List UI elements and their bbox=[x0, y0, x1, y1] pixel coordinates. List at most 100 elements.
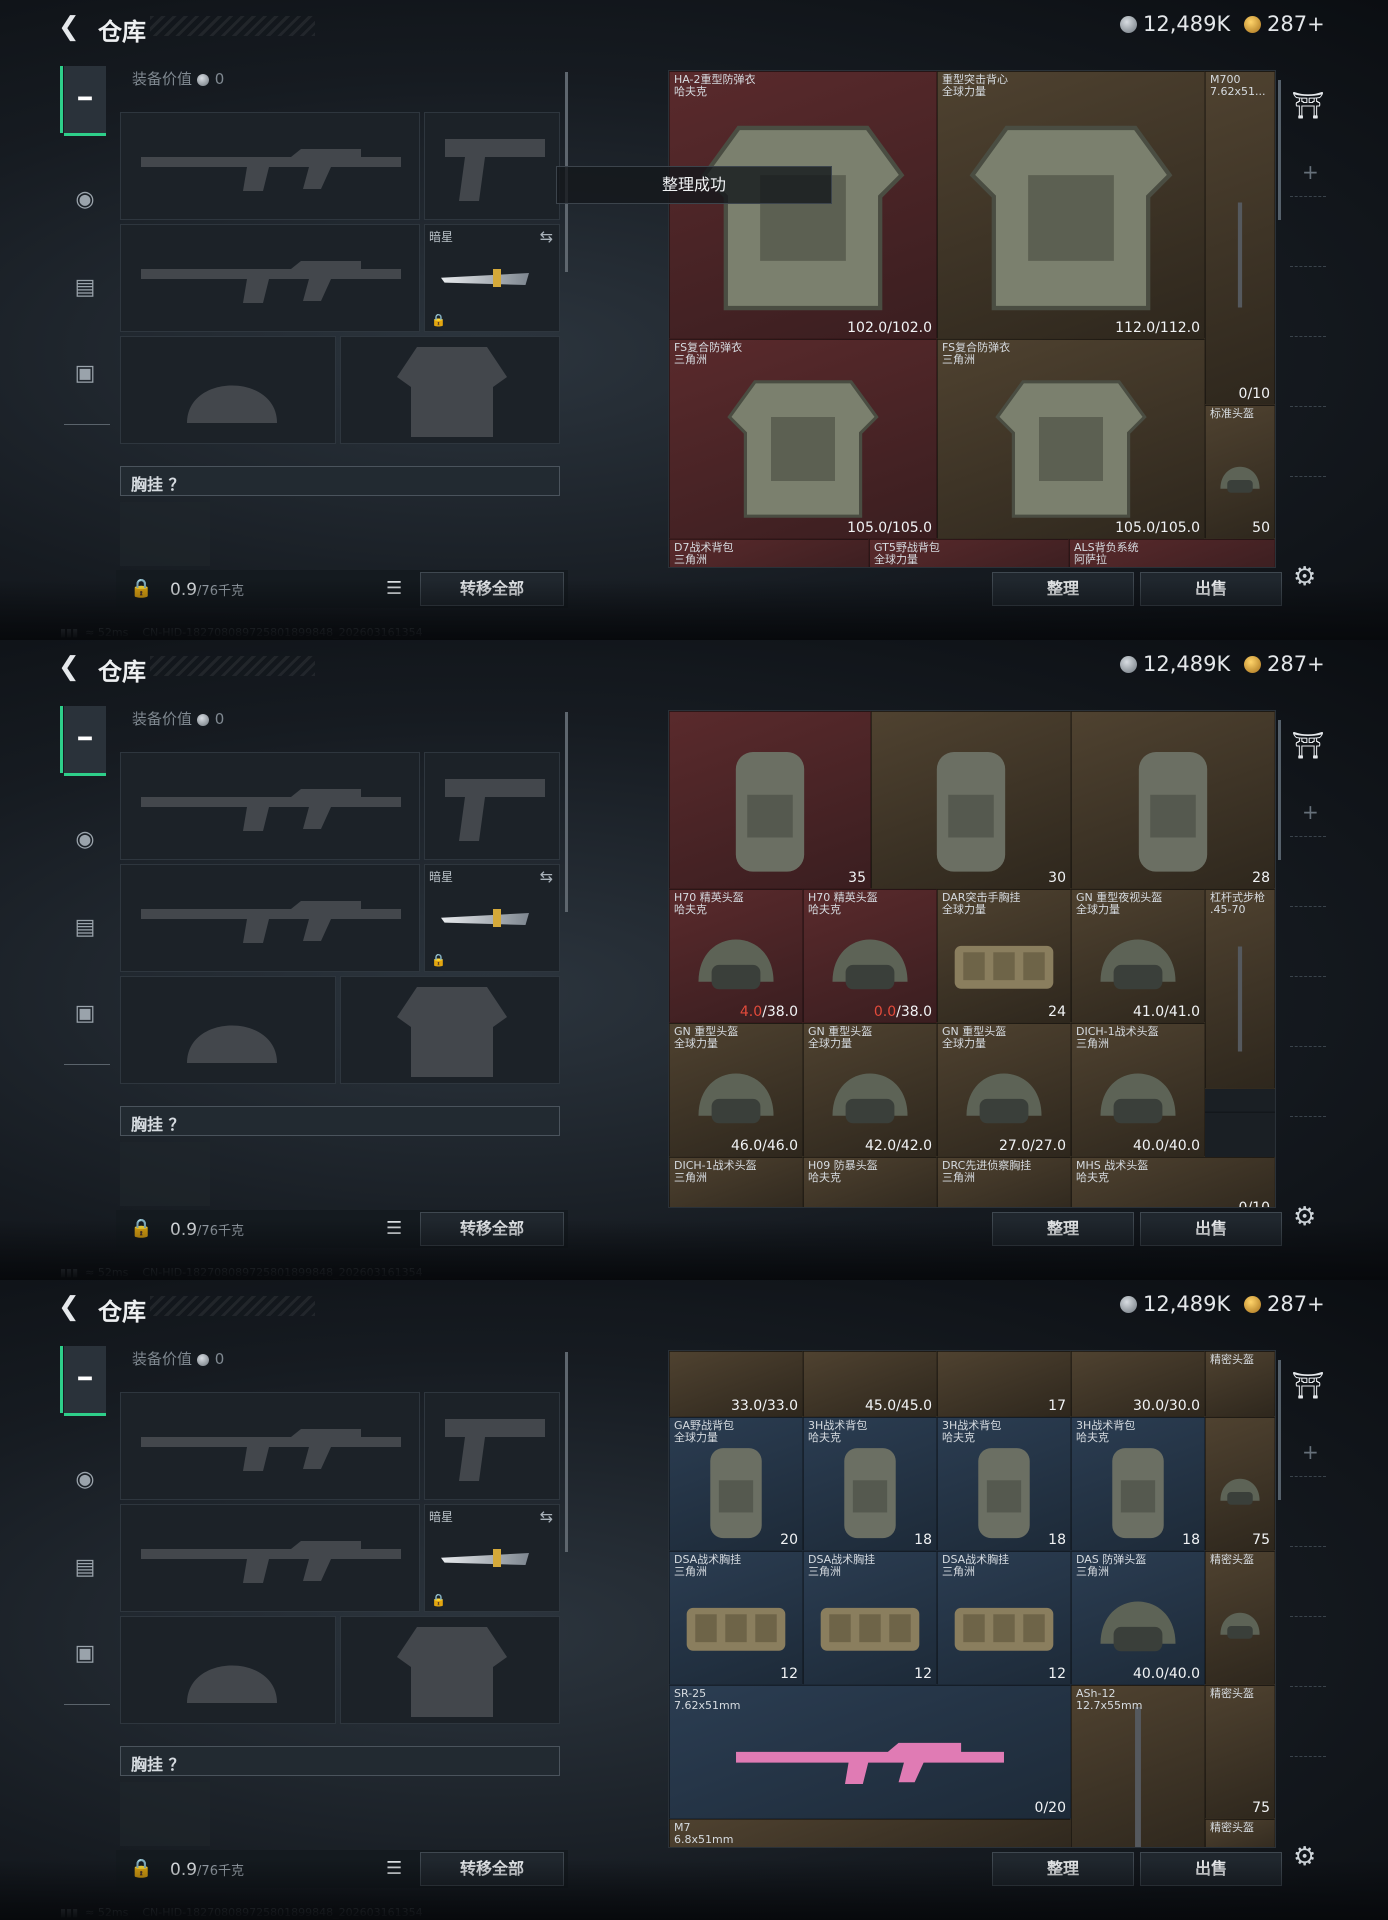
grid-scrollbar[interactable] bbox=[1278, 1360, 1281, 1500]
pistol-slot[interactable] bbox=[424, 752, 560, 860]
helmet-slot[interactable] bbox=[120, 976, 336, 1084]
item-cell[interactable]: FS复合防弹衣 三角洲 105.0/105.0 bbox=[937, 339, 1205, 539]
transfer-all-button[interactable]: 转移全部 bbox=[420, 572, 564, 606]
chest-rig-slot[interactable]: 胸挂 ？ bbox=[120, 1746, 560, 1776]
lock-icon[interactable]: 🔒 bbox=[130, 578, 152, 599]
item-cell[interactable]: GN 重型头盔 全球力量 42.0/42.0 bbox=[803, 1023, 937, 1157]
item-cell[interactable]: 精密头盔 bbox=[1205, 1551, 1275, 1685]
transfer-all-button[interactable]: 转移全部 bbox=[420, 1212, 564, 1246]
item-cell[interactable]: GN 重型头盔 全球力量 46.0/46.0 bbox=[669, 1023, 803, 1157]
tab-weapons[interactable]: ━ bbox=[60, 706, 106, 776]
item-cell[interactable]: DSA战术胸挂 三角洲 12 bbox=[803, 1551, 937, 1685]
safe-box-icon[interactable]: ⛩ bbox=[1288, 726, 1328, 766]
item-cell[interactable]: 精密头盔 bbox=[1205, 1351, 1275, 1417]
item-cell[interactable]: 3H战术背包 哈夫克 18 bbox=[803, 1417, 937, 1551]
item-cell[interactable]: 35 bbox=[669, 711, 871, 889]
helmet-slot[interactable] bbox=[120, 336, 336, 444]
lock-icon[interactable]: 🔒 bbox=[130, 1858, 152, 1879]
gold-currency[interactable]: 287+ bbox=[1244, 12, 1325, 36]
secondary-weapon-slot[interactable] bbox=[120, 224, 420, 332]
sort-button[interactable]: 整理 bbox=[992, 1852, 1134, 1886]
primary-weapon-slot[interactable] bbox=[120, 1392, 420, 1500]
item-cell[interactable]: HA-2重型防弹衣 哈夫克 102.0/102.0 bbox=[669, 71, 937, 339]
tab-medals[interactable]: ◉ bbox=[64, 804, 106, 874]
tab-cases[interactable]: ▣ bbox=[64, 338, 106, 408]
item-cell[interactable]: GN 重型夜视头盔 全球力量 41.0/41.0 bbox=[1071, 889, 1205, 1023]
item-cell[interactable]: 3H战术背包 哈夫克 18 bbox=[1071, 1417, 1205, 1551]
item-cell[interactable]: 33.0/33.0 bbox=[669, 1351, 803, 1417]
secondary-weapon-slot[interactable] bbox=[120, 864, 420, 972]
weapon-cell[interactable]: 杠杆式步枪 .45-70 bbox=[1205, 889, 1275, 1089]
weapon-cell[interactable]: M7 6.8x51mm bbox=[669, 1819, 1071, 1847]
list-icon[interactable]: ☰ bbox=[386, 578, 402, 599]
gold-currency[interactable]: 287+ bbox=[1244, 652, 1325, 676]
item-cell[interactable]: DAR突击手胸挂 全球力量 24 bbox=[937, 889, 1071, 1023]
tab-cases[interactable]: ▣ bbox=[64, 1618, 106, 1688]
item-cell[interactable]: DICH-1战术头盔 三角洲 40.0/40.0 bbox=[1071, 1023, 1205, 1157]
gold-currency[interactable]: 287+ bbox=[1244, 1292, 1325, 1316]
back-arrow-icon[interactable]: ❮ bbox=[58, 14, 84, 40]
plus-icon[interactable]: + bbox=[1302, 1440, 1319, 1464]
melee-slot[interactable]: 暗星 ⇆ 🔒 bbox=[424, 224, 560, 332]
transfer-all-button[interactable]: 转移全部 bbox=[420, 1852, 564, 1886]
swap-icon[interactable]: ⇆ bbox=[540, 1507, 553, 1526]
back-arrow-icon[interactable]: ❮ bbox=[58, 1294, 84, 1320]
safe-box-icon[interactable]: ⛩ bbox=[1288, 86, 1328, 126]
item-cell[interactable]: 重型突击背心 全球力量 112.0/112.0 bbox=[937, 71, 1205, 339]
armor-slot[interactable] bbox=[340, 1616, 560, 1724]
tab-records[interactable]: ▤ bbox=[64, 892, 106, 962]
tab-records[interactable]: ▤ bbox=[64, 1532, 106, 1602]
secondary-weapon-slot[interactable] bbox=[120, 1504, 420, 1612]
weapon-cell[interactable]: ASh-12 12.7x55mm bbox=[1071, 1685, 1205, 1847]
item-cell[interactable]: 30.0/30.0 bbox=[1071, 1351, 1205, 1417]
tab-weapons[interactable]: ━ bbox=[60, 66, 106, 136]
swap-icon[interactable]: ⇆ bbox=[540, 867, 553, 886]
tab-weapons[interactable]: ━ bbox=[60, 1346, 106, 1416]
primary-weapon-slot[interactable] bbox=[120, 112, 420, 220]
helmet-slot[interactable] bbox=[120, 1616, 336, 1724]
tab-records[interactable]: ▤ bbox=[64, 252, 106, 322]
item-cell[interactable]: ALS背负系统 阿萨拉 bbox=[1069, 539, 1275, 567]
chest-rig-slot[interactable]: 胸挂 ？ bbox=[120, 466, 560, 496]
item-cell[interactable]: 28 bbox=[1071, 711, 1275, 889]
back-arrow-icon[interactable]: ❮ bbox=[58, 654, 84, 680]
plus-icon[interactable]: + bbox=[1302, 800, 1319, 824]
item-cell[interactable]: 精密头盔 bbox=[1205, 1819, 1275, 1847]
item-cell[interactable]: H70 精英头盔 哈夫克 4.0/38.0 bbox=[669, 889, 803, 1023]
pistol-slot[interactable] bbox=[424, 112, 560, 220]
safe-box-icon[interactable]: ⛩ bbox=[1288, 1366, 1328, 1406]
pistol-slot[interactable] bbox=[424, 1392, 560, 1500]
item-cell[interactable]: H70 精英头盔 哈夫克 0.0/38.0 bbox=[803, 889, 937, 1023]
sell-button[interactable]: 出售 bbox=[1140, 1852, 1282, 1886]
weapon-cell[interactable]: SR-25 7.62x51mm 0/20 bbox=[669, 1685, 1071, 1819]
item-cell[interactable]: 标准头盔 50 bbox=[1205, 405, 1275, 539]
tab-cases[interactable]: ▣ bbox=[64, 978, 106, 1048]
chest-rig-slot[interactable]: 胸挂 ？ bbox=[120, 1106, 560, 1136]
weapon-cell[interactable]: M700 7.62x51... 0/10 bbox=[1205, 71, 1275, 405]
sell-button[interactable]: 出售 bbox=[1140, 1212, 1282, 1246]
armor-slot[interactable] bbox=[340, 976, 560, 1084]
item-cell[interactable]: 3H战术背包 哈夫克 18 bbox=[937, 1417, 1071, 1551]
grid-scrollbar[interactable] bbox=[1278, 80, 1281, 220]
item-cell[interactable]: GN 重型头盔 全球力量 27.0/27.0 bbox=[937, 1023, 1071, 1157]
melee-slot[interactable]: 暗星 ⇆ 🔒 bbox=[424, 1504, 560, 1612]
list-icon[interactable]: ☰ bbox=[386, 1218, 402, 1239]
item-cell[interactable]: 精密头盔 75 bbox=[1205, 1685, 1275, 1819]
melee-slot[interactable]: 暗星 ⇆ 🔒 bbox=[424, 864, 560, 972]
item-cell[interactable]: 17 bbox=[937, 1351, 1071, 1417]
item-cell[interactable]: DRC先进侦察胸挂 三角洲 bbox=[937, 1157, 1071, 1207]
item-cell[interactable]: 45.0/45.0 bbox=[803, 1351, 937, 1417]
tab-medals[interactable]: ◉ bbox=[64, 1444, 106, 1514]
item-cell[interactable]: H09 防暴头盔 哈夫克 bbox=[803, 1157, 937, 1207]
scrollbar[interactable] bbox=[565, 712, 568, 912]
swap-icon[interactable]: ⇆ bbox=[540, 227, 553, 246]
item-cell[interactable]: MHS 战术头盔 哈夫克 0/10 bbox=[1071, 1157, 1275, 1207]
scrollbar[interactable] bbox=[565, 1352, 568, 1552]
item-cell[interactable]: GA野战背包 全球力量 20 bbox=[669, 1417, 803, 1551]
item-cell[interactable]: DSA战术胸挂 三角洲 12 bbox=[669, 1551, 803, 1685]
sort-button[interactable]: 整理 bbox=[992, 1212, 1134, 1246]
sort-button[interactable]: 整理 bbox=[992, 572, 1134, 606]
grid-scrollbar[interactable] bbox=[1278, 720, 1281, 860]
item-cell[interactable]: DICH-1战术头盔 三角洲 bbox=[669, 1157, 803, 1207]
armor-slot[interactable] bbox=[340, 336, 560, 444]
